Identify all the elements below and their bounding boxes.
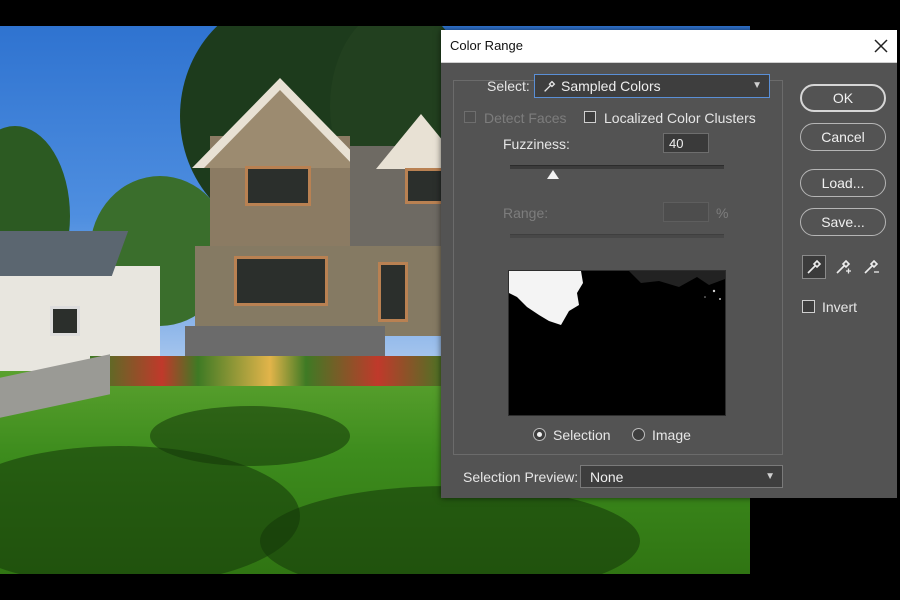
- detect-faces-checkbox[interactable]: [464, 111, 476, 123]
- invert-label: Invert: [822, 299, 858, 315]
- select-value: Sampled Colors: [561, 78, 661, 94]
- fuzziness-label: Fuzziness:: [503, 136, 570, 152]
- flower-bed: [90, 356, 450, 386]
- range-label: Range:: [503, 205, 549, 221]
- detect-faces-label: Detect Faces: [484, 110, 567, 126]
- add-to-sample-tool[interactable]: [831, 255, 855, 279]
- selection-preview-dropdown[interactable]: None ▼: [580, 465, 783, 488]
- eyedropper-tool[interactable]: [802, 255, 826, 279]
- localized-clusters-label: Localized Color Clusters: [604, 110, 756, 126]
- window: [405, 168, 445, 204]
- window: [245, 166, 311, 206]
- eyedropper-minus-icon: [864, 259, 879, 274]
- load-button[interactable]: Load...: [800, 169, 886, 197]
- range-unit: %: [716, 205, 729, 221]
- range-slider-track[interactable]: [510, 234, 724, 238]
- chevron-down-icon: ▼: [765, 470, 775, 482]
- tree-shadow: [150, 406, 350, 466]
- dialog-titlebar: Color Range: [441, 30, 897, 63]
- selection-mask: [509, 271, 725, 415]
- subtract-from-sample-tool[interactable]: [859, 255, 883, 279]
- selection-radio[interactable]: [533, 428, 546, 441]
- invert-checkbox[interactable]: [802, 300, 815, 313]
- image-radio[interactable]: [632, 428, 645, 441]
- save-button[interactable]: Save...: [800, 208, 886, 236]
- range-input[interactable]: [663, 202, 709, 222]
- fuzziness-input[interactable]: 40: [663, 133, 709, 153]
- select-dropdown[interactable]: Sampled Colors ▼: [534, 74, 770, 98]
- select-label: Select:: [487, 78, 530, 94]
- cancel-button[interactable]: Cancel: [800, 123, 886, 151]
- selection-preview-value: None: [590, 468, 624, 485]
- window: [50, 306, 80, 336]
- fuzziness-slider-track[interactable]: [510, 165, 724, 169]
- dialog-title: Color Range: [450, 38, 523, 53]
- window: [234, 256, 328, 306]
- selection-preview-label: Selection Preview:: [463, 469, 579, 485]
- selection-radio-label: Selection: [553, 427, 611, 443]
- eyedropper-icon: [544, 80, 556, 92]
- close-icon: [874, 39, 888, 53]
- eyedropper-icon: [807, 259, 822, 274]
- eyedropper-plus-icon: [836, 259, 851, 274]
- window: [378, 262, 408, 322]
- localized-clusters-checkbox[interactable]: [584, 111, 596, 123]
- fuzziness-slider-thumb[interactable]: [546, 170, 559, 179]
- chevron-down-icon: ▼: [752, 79, 762, 91]
- close-button[interactable]: [865, 30, 897, 62]
- color-range-dialog: Color Range Select: Sampled Colors ▼ Det…: [441, 30, 897, 498]
- neighbor-roof: [0, 231, 129, 276]
- ok-button[interactable]: OK: [800, 84, 886, 112]
- selection-preview: [508, 270, 726, 416]
- house-gable-inner: [204, 90, 356, 168]
- image-radio-label: Image: [652, 427, 691, 443]
